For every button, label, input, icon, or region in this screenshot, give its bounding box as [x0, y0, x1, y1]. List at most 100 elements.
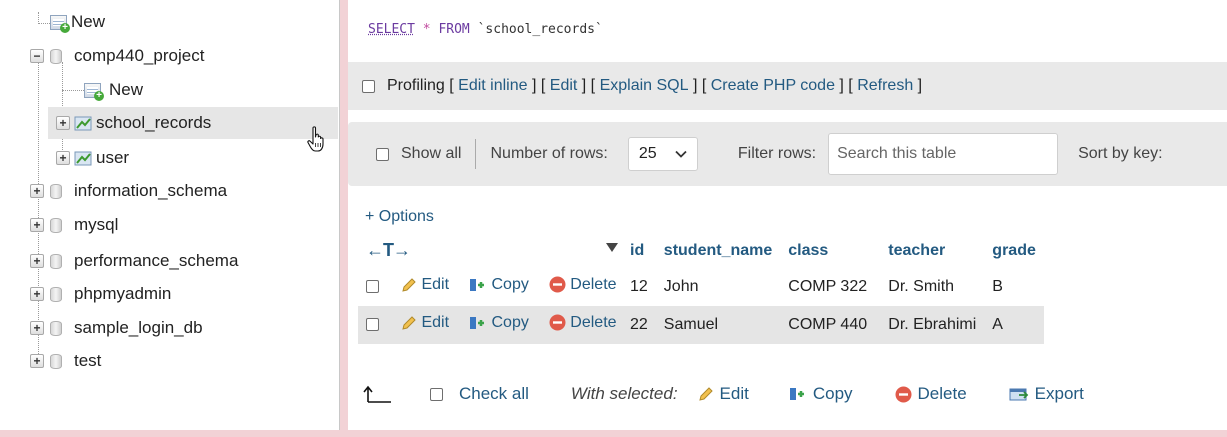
check-all-checkbox[interactable]	[430, 387, 443, 401]
chevron-down-icon	[675, 150, 687, 158]
edit-inline-link[interactable]: Edit inline	[458, 77, 527, 95]
frame-border	[0, 430, 1227, 437]
profiling-checkbox[interactable]	[362, 79, 375, 93]
search-table-input[interactable]: Search this table	[828, 133, 1059, 175]
bulk-edit-button[interactable]: Edit	[698, 384, 749, 404]
delete-label: Delete	[570, 275, 617, 293]
sidebar-item-school-records[interactable]: + school_records	[48, 107, 338, 139]
bulk-delete-label: Delete	[917, 384, 967, 403]
sort-down-icon[interactable]	[606, 243, 618, 253]
sidebar-item-label: New	[71, 12, 106, 31]
sidebar-item-label: user	[96, 148, 130, 167]
with-selected-label: With selected:	[570, 384, 678, 403]
row-checkbox[interactable]	[366, 280, 379, 294]
sidebar-item-mysql[interactable]: + mysql	[30, 209, 118, 241]
database-icon	[50, 353, 62, 369]
copy-icon	[789, 388, 804, 400]
cell-teacher: Dr. Ebrahimi	[880, 306, 985, 344]
column-header-class[interactable]: class	[780, 233, 881, 268]
navigation-panel: + New − comp440_project + New + school_r…	[0, 0, 340, 430]
sidebar-item-label: school_records	[96, 113, 212, 132]
sidebar-item-label: performance_schema	[74, 251, 239, 270]
show-all-checkbox[interactable]	[376, 147, 389, 161]
table-row: Edit Copy Delete 12 John COMP 322 Dr. Sm…	[358, 268, 1044, 306]
bulk-actions-bar: Check all With selected: Edit Copy Delet…	[362, 372, 1084, 416]
delete-icon	[895, 386, 912, 402]
column-resize-arrows[interactable]: ←T→	[366, 240, 411, 260]
create-php-code-link[interactable]: Create PHP code	[711, 77, 835, 95]
cell-teacher: Dr. Smith	[880, 268, 985, 306]
cell-class: COMP 322	[780, 268, 881, 306]
edit-label: Edit	[421, 314, 450, 332]
row-edit-button[interactable]: Edit	[401, 314, 449, 332]
row-actions: Edit Copy Delete	[358, 268, 626, 306]
cell-grade: B	[984, 268, 1044, 306]
row-copy-button[interactable]: Copy	[469, 314, 529, 332]
sidebar-item-comp440-project[interactable]: − comp440_project	[30, 40, 204, 72]
edit-link[interactable]: Edit	[550, 77, 578, 95]
results-table: ←T→ id student_name class teacher grade …	[358, 233, 1044, 344]
sidebar-item-new-table[interactable]: + New	[84, 74, 143, 106]
sidebar-item-label: test	[74, 351, 102, 370]
expand-icon[interactable]: +	[56, 151, 70, 165]
sidebar-item-phpmyadmin[interactable]: + phpmyadmin	[30, 278, 171, 310]
refresh-link[interactable]: Refresh	[857, 77, 913, 95]
sidebar-item-information-schema[interactable]: + information_schema	[30, 175, 227, 207]
sql-operator: *	[422, 22, 431, 37]
database-icon	[50, 183, 62, 199]
column-header-student-name[interactable]: student_name	[655, 233, 781, 268]
sidebar-item-test[interactable]: + test	[30, 345, 101, 377]
sidebar-item-label: New	[109, 80, 144, 99]
row-edit-button[interactable]: Edit	[401, 276, 449, 294]
row-checkbox[interactable]	[366, 318, 379, 332]
explain-sql-link[interactable]: Explain SQL	[600, 77, 689, 95]
bulk-export-label: Export	[1034, 384, 1084, 403]
cell-student-name: John	[655, 268, 781, 306]
sql-table-name: `school_records`	[477, 22, 603, 37]
delete-icon	[549, 314, 566, 331]
export-icon	[1009, 388, 1028, 401]
sidebar-item-performance-schema[interactable]: + performance_schema	[30, 245, 238, 277]
divider	[475, 139, 477, 169]
expand-icon[interactable]: +	[30, 321, 44, 335]
expand-icon[interactable]: +	[30, 254, 44, 268]
row-copy-button[interactable]: Copy	[469, 276, 529, 294]
arrow-up-left-icon	[363, 385, 391, 403]
table-header-row: ←T→ id student_name class teacher grade	[358, 233, 1044, 268]
database-icon	[50, 217, 62, 233]
bulk-edit-label: Edit	[719, 384, 749, 403]
expand-icon[interactable]: +	[30, 287, 44, 301]
number-of-rows-label: Number of rows:	[490, 145, 608, 162]
bulk-delete-button[interactable]: Delete	[895, 384, 967, 404]
main-content: SELECT * FROM `school_records` Profiling…	[348, 0, 1227, 430]
sidebar-item-user[interactable]: + user	[56, 142, 129, 174]
bulk-export-button[interactable]: Export	[1009, 384, 1084, 404]
profiling-label: Profiling	[387, 77, 445, 94]
expand-icon[interactable]: +	[30, 218, 44, 232]
number-of-rows-select[interactable]: 25	[627, 137, 698, 171]
row-delete-button[interactable]: Delete	[549, 275, 617, 294]
sidebar-item-sample-login-db[interactable]: + sample_login_db	[30, 312, 203, 344]
sidebar-item-new-database[interactable]: + New	[50, 6, 105, 38]
check-all-label[interactable]: Check all	[459, 384, 529, 404]
column-header-teacher[interactable]: teacher	[880, 233, 985, 268]
profiling-bar: Profiling [ Edit inline ] [ Edit ] [ Exp…	[348, 62, 1227, 110]
bulk-copy-button[interactable]: Copy	[789, 384, 853, 404]
row-delete-button[interactable]: Delete	[549, 314, 617, 332]
copy-label: Copy	[491, 314, 529, 332]
sidebar-item-label: phpmyadmin	[74, 284, 172, 303]
expand-icon[interactable]: +	[30, 184, 44, 198]
options-link[interactable]: + Options	[365, 208, 434, 226]
sql-keyword[interactable]: SELECT	[368, 22, 415, 37]
copy-label: Copy	[491, 276, 529, 294]
column-header-actions: ←T→	[358, 233, 626, 268]
column-header-id[interactable]: id	[626, 233, 656, 268]
column-header-grade[interactable]: grade	[984, 233, 1044, 268]
sidebar-item-label: comp440_project	[74, 46, 205, 65]
sql-query-box[interactable]: SELECT * FROM `school_records`	[348, 0, 1227, 58]
collapse-icon[interactable]: −	[30, 49, 44, 63]
rows-value: 25	[638, 145, 657, 162]
expand-icon[interactable]: +	[56, 116, 70, 130]
cell-id: 12	[626, 268, 656, 306]
expand-icon[interactable]: +	[30, 354, 44, 368]
